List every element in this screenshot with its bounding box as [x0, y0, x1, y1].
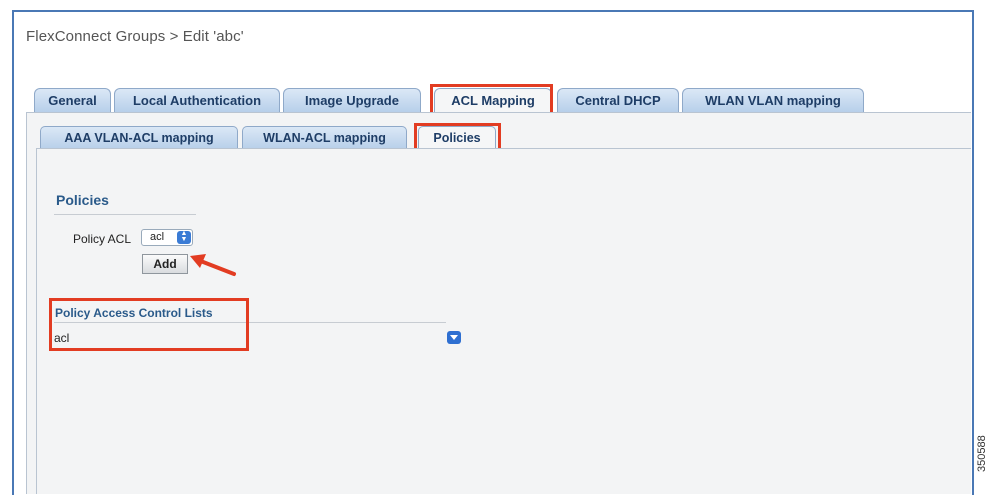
subtab-wlan-acl-mapping[interactable]: WLAN-ACL mapping — [242, 126, 407, 148]
figure-id: 350588 — [976, 435, 988, 472]
tab-central-dhcp[interactable]: Central DHCP — [557, 88, 679, 112]
tab-image-upgrade[interactable]: Image Upgrade — [283, 88, 421, 112]
add-button[interactable]: Add — [142, 254, 188, 274]
highlight-policy-acl-list — [49, 298, 249, 351]
tab-general[interactable]: General — [34, 88, 111, 112]
policy-acl-select[interactable]: acl ▲ ▼ — [141, 229, 193, 246]
dropdown-arrow-icon[interactable] — [447, 331, 461, 344]
policy-acl-value: acl — [150, 231, 165, 243]
tab-wlan-vlan-mapping[interactable]: WLAN VLAN mapping — [682, 88, 864, 112]
subtab-aaa-vlan-acl-mapping[interactable]: AAA VLAN-ACL mapping — [40, 126, 238, 148]
spinner-icon: ▲ ▼ — [177, 230, 191, 244]
policies-divider — [54, 214, 196, 215]
subtab-bar: AAA VLAN-ACL mapping WLAN-ACL mapping Po… — [36, 122, 970, 150]
highlight-acl-mapping — [430, 84, 553, 115]
highlight-policies — [414, 123, 501, 151]
arrow-icon — [190, 254, 236, 276]
policy-acl-label: Policy ACL — [73, 232, 132, 246]
policies-heading: Policies — [56, 192, 109, 208]
page-title: FlexConnect Groups > Edit 'abc' — [26, 28, 244, 45]
tab-local-authentication[interactable]: Local Authentication — [114, 88, 280, 112]
